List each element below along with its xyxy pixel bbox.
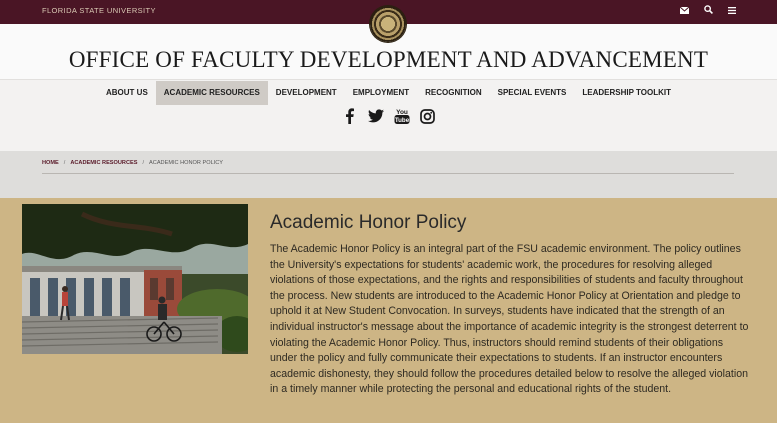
breadcrumb-divider bbox=[42, 173, 734, 174]
search-icon[interactable] bbox=[701, 5, 715, 19]
facebook-icon[interactable] bbox=[342, 107, 358, 125]
site-title[interactable]: OFFICE OF FACULTY DEVELOPMENT AND ADVANC… bbox=[0, 47, 777, 73]
site-header: OFFICE OF FACULTY DEVELOPMENT AND ADVANC… bbox=[0, 24, 777, 151]
policy-description: The Academic Honor Policy is an integral… bbox=[270, 243, 749, 396]
breadcrumb: HOME / ACADEMIC RESOURCES / ACADEMIC HONOR P… bbox=[42, 160, 223, 166]
nav-item-leadership-toolkit[interactable]: LEADERSHIP TOOLKIT bbox=[574, 81, 679, 105]
envelope-icon[interactable] bbox=[677, 5, 691, 19]
social-links: You Tube bbox=[0, 107, 777, 127]
youtube-icon[interactable]: You Tube bbox=[394, 107, 410, 125]
twitter-icon[interactable] bbox=[367, 107, 384, 125]
breadcrumb-current: ACADEMIC HONOR POLICY bbox=[149, 160, 224, 166]
breadcrumb-home[interactable]: HOME bbox=[42, 160, 59, 166]
menu-icon[interactable] bbox=[725, 5, 739, 19]
breadcrumb-academic-resources[interactable]: ACADEMIC RESOURCES bbox=[70, 160, 137, 166]
campus-photo bbox=[22, 204, 248, 354]
nav-item-employment[interactable]: EMPLOYMENT bbox=[345, 81, 417, 105]
page-title: Academic Honor Policy bbox=[270, 212, 467, 233]
breadcrumb-band: HOME / ACADEMIC RESOURCES / ACADEMIC HONOR P… bbox=[0, 151, 777, 198]
university-seal-logo[interactable] bbox=[370, 6, 406, 42]
main-content: Academic Honor Policy The Academic Honor… bbox=[0, 198, 777, 423]
breadcrumb-separator: / bbox=[142, 160, 145, 166]
instagram-icon[interactable] bbox=[420, 107, 436, 125]
svg-text:Tube: Tube bbox=[394, 117, 409, 124]
svg-text:You: You bbox=[396, 109, 408, 116]
nav-item-development[interactable]: DEVELOPMENT bbox=[268, 81, 345, 105]
university-name[interactable]: FLORIDA STATE UNIVERSITY bbox=[42, 6, 156, 15]
nav-item-about-us[interactable]: ABOUT US bbox=[98, 81, 156, 105]
nav-item-special-events[interactable]: SPECIAL EVENTS bbox=[490, 81, 575, 105]
nav-item-academic-resources[interactable]: ACADEMIC RESOURCES bbox=[155, 81, 268, 105]
breadcrumb-separator: / bbox=[63, 160, 66, 166]
nav-item-recognition[interactable]: RECOGNITION bbox=[417, 81, 489, 105]
main-nav: ABOUT US ACADEMIC RESOURCES DEVELOPMENT … bbox=[0, 81, 777, 105]
